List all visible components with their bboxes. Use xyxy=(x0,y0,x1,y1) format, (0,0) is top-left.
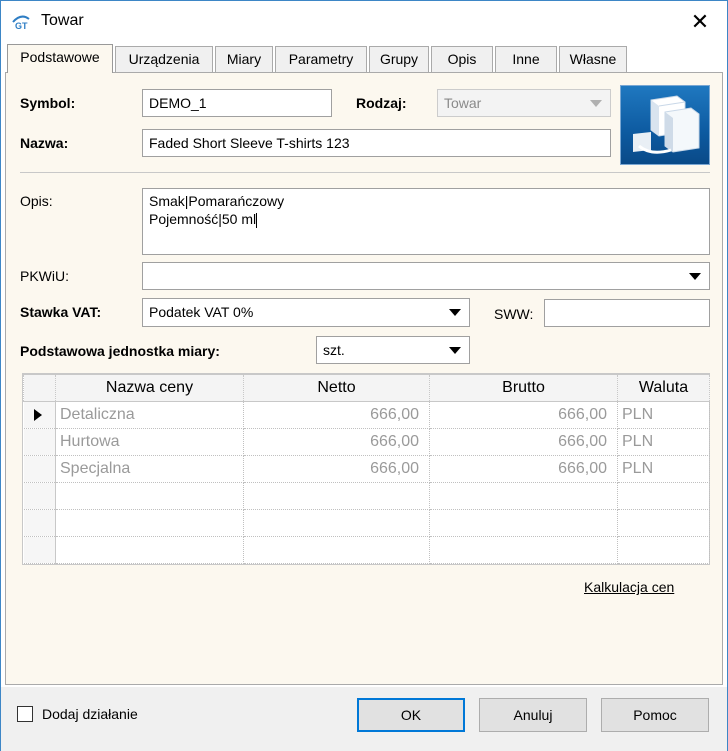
vat-select[interactable]: Podatek VAT 0% xyxy=(142,298,470,327)
row-indicator-cell xyxy=(23,428,56,456)
opis-line-2: Pojemność|50 ml xyxy=(149,211,258,228)
rodzaj-label: Rodzaj: xyxy=(356,95,407,111)
close-icon: ✕ xyxy=(690,9,710,34)
product-dialog: GT Towar ✕ Podstawowe Urządzenia Miary P… xyxy=(0,0,728,751)
chevron-down-icon xyxy=(449,347,461,354)
nazwa-input[interactable]: Faded Short Sleeve T-shirts 123 xyxy=(142,129,611,157)
price-currency-cell[interactable]: PLN xyxy=(617,428,710,456)
price-brutto-cell[interactable]: 666,00 xyxy=(429,428,618,456)
opis-label: Opis: xyxy=(20,193,53,209)
price-brutto-cell[interactable]: 666,00 xyxy=(429,401,618,429)
symbol-label: Symbol: xyxy=(20,95,76,111)
tab-opis[interactable]: Opis xyxy=(431,46,493,72)
chevron-down-icon xyxy=(689,273,701,280)
symbol-input[interactable]: DEMO_1 xyxy=(142,89,332,117)
price-netto-cell[interactable]: 666,00 xyxy=(243,401,430,429)
column-header-netto[interactable]: Netto xyxy=(243,374,430,402)
nazwa-label: Nazwa: xyxy=(20,135,69,151)
sww-input[interactable] xyxy=(544,299,710,327)
svg-text:GT: GT xyxy=(15,21,28,31)
product-image[interactable] xyxy=(620,85,710,165)
add-action-checkbox[interactable] xyxy=(17,706,33,722)
chevron-down-icon xyxy=(449,309,461,316)
price-netto-cell[interactable]: 666,00 xyxy=(243,428,430,456)
row-indicator-cell xyxy=(23,401,56,429)
chevron-down-icon xyxy=(590,100,602,107)
row-indicator-header xyxy=(23,374,56,402)
price-currency-cell[interactable]: PLN xyxy=(617,401,710,429)
tab-panel-podstawowe: Symbol: DEMO_1 Rodzaj: Towar Nazwa: Fade… xyxy=(5,72,723,685)
text-caret xyxy=(256,212,258,228)
price-name-cell[interactable]: Detaliczna xyxy=(55,401,244,429)
unit-value: szt. xyxy=(323,342,345,358)
title-bar[interactable]: GT Towar ✕ xyxy=(1,1,727,41)
tab-miary[interactable]: Miary xyxy=(215,46,273,72)
tab-inne[interactable]: Inne xyxy=(495,46,557,72)
price-grid-header: Nazwa ceny Netto Brutto Waluta xyxy=(23,374,710,402)
table-row-empty[interactable] xyxy=(23,509,710,537)
rodzaj-select[interactable]: Towar xyxy=(437,89,611,117)
tab-parametry[interactable]: Parametry xyxy=(275,46,367,72)
add-action-label[interactable]: Dodaj działanie xyxy=(42,706,138,722)
row-indicator-cell xyxy=(23,455,56,483)
pkwiu-label: PKWiU: xyxy=(20,268,69,284)
pkwiu-select[interactable] xyxy=(142,262,710,290)
tab-grupy[interactable]: Grupy xyxy=(369,46,429,72)
current-row-icon xyxy=(33,408,42,421)
column-header-waluta[interactable]: Waluta xyxy=(617,374,710,402)
vat-value: Podatek VAT 0% xyxy=(149,304,254,320)
rodzaj-value: Towar xyxy=(444,95,482,111)
price-name-cell[interactable]: Specjalna xyxy=(55,455,244,483)
app-logo-icon: GT xyxy=(12,15,30,31)
close-button[interactable]: ✕ xyxy=(683,7,717,37)
ok-button[interactable]: OK xyxy=(357,698,465,732)
price-calculation-link[interactable]: Kalkulacja cen xyxy=(584,579,674,595)
help-button[interactable]: Pomoc xyxy=(601,698,709,732)
sww-label: SWW: xyxy=(494,306,534,322)
opis-textarea[interactable]: Smak|Pomarańczowy Pojemność|50 ml xyxy=(142,188,710,255)
unit-select[interactable]: szt. xyxy=(316,336,470,364)
dialog-footer: Dodaj działanie OK Anuluj Pomoc xyxy=(1,687,727,751)
tab-urzadzenia[interactable]: Urządzenia xyxy=(115,46,213,72)
column-header-nazwa[interactable]: Nazwa ceny xyxy=(55,374,244,402)
price-netto-cell[interactable]: 666,00 xyxy=(243,455,430,483)
table-row[interactable]: Hurtowa 666,00 666,00 PLN xyxy=(23,428,710,456)
table-row-empty[interactable] xyxy=(23,482,710,510)
vat-label: Stawka VAT: xyxy=(20,304,102,320)
table-row-empty[interactable] xyxy=(23,536,710,564)
column-header-brutto[interactable]: Brutto xyxy=(429,374,618,402)
tab-wlasne[interactable]: Własne xyxy=(559,46,627,72)
window-title: Towar xyxy=(41,12,84,29)
opis-line-1: Smak|Pomarańczowy xyxy=(149,193,285,209)
table-row[interactable]: Specjalna 666,00 666,00 PLN xyxy=(23,455,710,483)
tab-podstawowe[interactable]: Podstawowe xyxy=(7,44,113,73)
tab-bar: Podstawowe Urządzenia Miary Parametry Gr… xyxy=(5,44,725,73)
section-divider xyxy=(20,172,710,173)
cancel-button[interactable]: Anuluj xyxy=(479,698,587,732)
price-brutto-cell[interactable]: 666,00 xyxy=(429,455,618,483)
price-currency-cell[interactable]: PLN xyxy=(617,455,710,483)
product-boxes-icon xyxy=(633,95,700,154)
price-grid: Nazwa ceny Netto Brutto Waluta Detaliczn… xyxy=(22,373,710,565)
unit-label: Podstawowa jednostka miary: xyxy=(20,343,220,359)
table-row[interactable]: Detaliczna 666,00 666,00 PLN xyxy=(23,401,710,429)
price-name-cell[interactable]: Hurtowa xyxy=(55,428,244,456)
